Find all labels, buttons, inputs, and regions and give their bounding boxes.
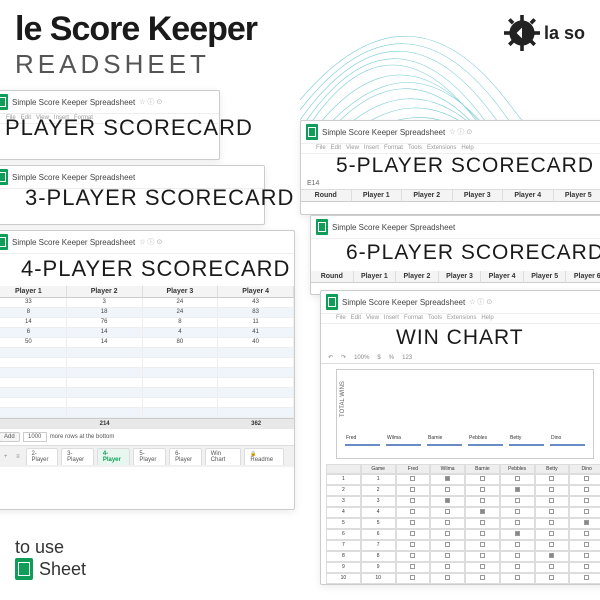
rows-input[interactable]: 1000 (23, 432, 47, 442)
table-row: 3332443 (0, 298, 294, 308)
table-row (0, 378, 294, 388)
table-row (0, 348, 294, 358)
label-4player: 4-PLAYER SCORECARD (21, 256, 295, 282)
table-row (0, 388, 294, 398)
tab-3player[interactable]: 3-Player (61, 448, 94, 465)
sheets-icon (306, 124, 318, 140)
table-row (0, 408, 294, 418)
main-heading: le Score Keeper READSHEET (15, 10, 257, 80)
table-row: 50148040 (0, 338, 294, 348)
heading-line-2: READSHEET (15, 49, 257, 80)
table-row: 1476811 (0, 318, 294, 328)
tab-winchart[interactable]: Win Chart (205, 448, 242, 465)
add-rows[interactable]: Add 1000 more rows at the bottom (0, 429, 294, 445)
sheets-icon (0, 234, 8, 250)
wins-table: GameFredWilmaBarniePebblesBettyDino 11 2… (326, 464, 600, 584)
sheet-tabs[interactable]: + ≡ 2-Player 3-Player 4-Player 5-Player … (0, 445, 294, 467)
label-5player: 5-PLAYER SCORECARD (336, 154, 600, 178)
brand-logo: la so (504, 15, 585, 51)
player-headers: Player 1Player 2Player 3Player 4 (0, 286, 294, 298)
label-winchart: WIN CHART (396, 326, 600, 350)
card-5player: Simple Score Keeper Spreadsheet ☆ ⓘ ⊙ Fi… (300, 120, 600, 215)
add-button[interactable]: Add (0, 432, 20, 442)
label-6player: 6-PLAYER SCORECARD (346, 241, 600, 265)
footer-note: to use Sheet (15, 537, 86, 580)
table-row (0, 398, 294, 408)
card-4player: Simple Score Keeper Spreadsheet ☆ ⓘ ⊙ 4-… (0, 230, 295, 510)
add-sheet-icon[interactable]: + (1, 454, 10, 460)
y-axis-label: TOTAL WINS (340, 381, 346, 417)
heading-line-1: le Score Keeper (15, 10, 257, 49)
sum-row: 214362 (0, 418, 294, 429)
card-6player: Simple Score Keeper Spreadsheet 6-PLAYER… (310, 215, 600, 295)
table-row: 8182483 (0, 308, 294, 318)
gear-icon (504, 15, 540, 51)
sheets-icon (316, 219, 328, 235)
tab-readme[interactable]: Readme (244, 448, 284, 465)
sheets-icon (0, 169, 8, 185)
sheets-icon (326, 294, 338, 310)
table-row: 614441 (0, 328, 294, 338)
card-winchart: Simple Score Keeper Spreadsheet ☆ ⓘ ⊙ Fi… (320, 290, 600, 585)
tab-5player[interactable]: 5-Player (133, 448, 166, 465)
sheets-icon (15, 558, 33, 580)
tab-4player[interactable]: 4-Player (97, 448, 131, 465)
table-row (0, 368, 294, 378)
table-row (0, 358, 294, 368)
win-chart: TOTAL WINS Fred Wilma Barnie Pebbles Bet… (336, 369, 594, 459)
label-3player: 3-PLAYER SCORECARD (25, 185, 294, 211)
label-2player: PLAYER SCORECARD (5, 115, 253, 141)
sheets-icon (0, 94, 8, 110)
tab-6player[interactable]: 6-Player (169, 448, 202, 465)
tab-2player[interactable]: 2-Player (26, 448, 59, 465)
cell-ref: E14 (301, 178, 600, 190)
